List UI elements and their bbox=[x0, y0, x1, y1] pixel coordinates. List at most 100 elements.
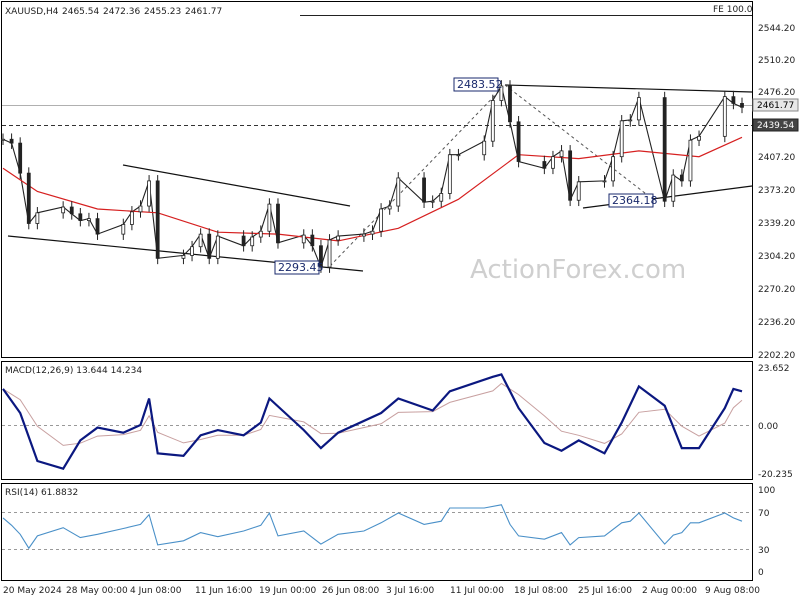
candle-body bbox=[662, 97, 667, 202]
candle-body bbox=[95, 218, 100, 235]
price-y-axis: 2544.20 2510.20 2476.20 2407.20 2373.20 … bbox=[758, 24, 795, 361]
low-value: 2455.23 bbox=[144, 7, 181, 17]
high-value: 2472.36 bbox=[103, 7, 140, 17]
candle-body bbox=[490, 100, 495, 142]
macd-signal-series bbox=[2, 382, 743, 446]
price-tick: 2202.20 bbox=[758, 351, 795, 361]
candle-body bbox=[551, 156, 555, 169]
candle-body bbox=[370, 230, 375, 235]
candle-body bbox=[447, 154, 452, 194]
price-panel-frame bbox=[1, 1, 753, 358]
level-price-tag: 2439.54 bbox=[752, 118, 799, 132]
x-axis: 20 May 2024 28 May 00:00 4 Jun 08:00 11 … bbox=[3, 586, 760, 596]
x-tick: 18 Jul 08:00 bbox=[514, 586, 568, 596]
candle-body bbox=[722, 96, 727, 137]
x-tick: 3 Jul 16:00 bbox=[386, 586, 435, 596]
price-tick: 2304.20 bbox=[758, 252, 795, 262]
candle-body bbox=[387, 205, 392, 210]
candle-body bbox=[198, 233, 203, 248]
candle-body bbox=[121, 224, 126, 235]
candle-body bbox=[250, 236, 255, 247]
x-tick: 19 Jun 00:00 bbox=[259, 586, 316, 596]
macd-label: MACD(12,26,9) 13.644 14.234 bbox=[5, 366, 142, 376]
ema-series bbox=[2, 136, 743, 242]
chart-root: ActionForex.com XAUUSD,H4 2465.54 2472.3… bbox=[0, 0, 800, 600]
annotation-low-text: 2293.45 bbox=[278, 261, 324, 274]
candle-body bbox=[439, 193, 444, 202]
candle-body bbox=[396, 177, 401, 207]
fib-leg-2 bbox=[504, 84, 651, 198]
candle-body bbox=[215, 235, 220, 259]
price-tick: 2407.20 bbox=[758, 153, 795, 163]
candle-body bbox=[9, 138, 14, 144]
candle-body bbox=[602, 180, 607, 183]
price-tick: 2476.20 bbox=[758, 88, 795, 98]
close-value: 2461.77 bbox=[185, 7, 222, 17]
candle-body bbox=[362, 233, 366, 237]
candle-body bbox=[542, 161, 547, 169]
price-tick: 2544.20 bbox=[758, 24, 795, 34]
candle-body bbox=[241, 235, 246, 247]
candle-body bbox=[1, 138, 5, 141]
macd-tick: -20.235 bbox=[758, 470, 793, 480]
candle-body bbox=[87, 218, 91, 221]
candle-body bbox=[679, 174, 684, 182]
x-tick: 26 Jun 08:00 bbox=[322, 586, 379, 596]
triangle-lower-trendline bbox=[582, 185, 753, 209]
candle-body bbox=[740, 103, 744, 108]
price-tick: 2270.20 bbox=[758, 285, 795, 295]
price-tick: 2373.20 bbox=[758, 186, 795, 196]
candle-body bbox=[628, 119, 633, 122]
candle-body bbox=[559, 150, 564, 158]
x-tick: 28 May 00:00 bbox=[66, 586, 128, 596]
candle-body bbox=[78, 213, 83, 221]
annotation-low: 2293.45 bbox=[274, 260, 324, 275]
candle-body bbox=[636, 97, 641, 121]
macd-tick: 23.652 bbox=[758, 364, 790, 374]
candle-body bbox=[207, 233, 212, 259]
last-price-tag-text: 2461.77 bbox=[757, 101, 794, 111]
candle-body bbox=[576, 181, 581, 201]
annotation-high: 2483.52 bbox=[453, 77, 503, 92]
candle-body bbox=[516, 121, 521, 162]
price-tick: 2339.20 bbox=[758, 219, 795, 229]
candle-body bbox=[155, 180, 160, 259]
candle-body bbox=[129, 211, 134, 225]
candle-body bbox=[61, 206, 66, 214]
candle-body bbox=[310, 234, 315, 247]
x-tick: 11 Jun 16:00 bbox=[195, 586, 252, 596]
fe-label: FE 100.0 bbox=[713, 5, 753, 15]
price-tick: 2236.20 bbox=[758, 318, 795, 328]
triangle-upper-trendline bbox=[504, 84, 753, 93]
annotation-mid-text: 2364.18 bbox=[612, 194, 658, 207]
candle-body bbox=[508, 85, 512, 123]
x-tick: 9 Aug 08:00 bbox=[705, 586, 760, 596]
candle-body bbox=[619, 120, 624, 158]
x-tick: 11 Jul 00:00 bbox=[450, 586, 504, 596]
candle-body bbox=[336, 235, 341, 241]
fib-leg-1 bbox=[329, 84, 506, 267]
candle-body bbox=[379, 208, 383, 232]
candle-body bbox=[190, 246, 194, 256]
candle-body bbox=[181, 255, 186, 259]
rsi-series bbox=[2, 504, 743, 550]
rsi-tick: 70 bbox=[758, 509, 770, 519]
candle-body bbox=[267, 203, 272, 232]
candle-body bbox=[430, 200, 435, 203]
rsi-tick: 30 bbox=[758, 546, 770, 556]
price-candles bbox=[1, 80, 744, 273]
candle-body bbox=[688, 139, 693, 182]
candle-body bbox=[456, 154, 461, 157]
rsi-label: RSI(14) 61.8832 bbox=[5, 488, 78, 498]
candle-body bbox=[147, 180, 151, 207]
price-tick: 2510.20 bbox=[758, 56, 795, 66]
candle-body bbox=[568, 150, 573, 201]
annotation-mid: 2364.18 bbox=[608, 193, 658, 208]
watermark: ActionForex.com bbox=[470, 255, 686, 285]
candle-body bbox=[69, 206, 74, 215]
candle-body bbox=[482, 140, 487, 156]
candle-body bbox=[26, 172, 31, 224]
last-price-tag: 2461.77 bbox=[752, 98, 799, 112]
macd-tick: 0.00 bbox=[758, 422, 778, 432]
rsi-tick: 0 bbox=[758, 568, 764, 578]
